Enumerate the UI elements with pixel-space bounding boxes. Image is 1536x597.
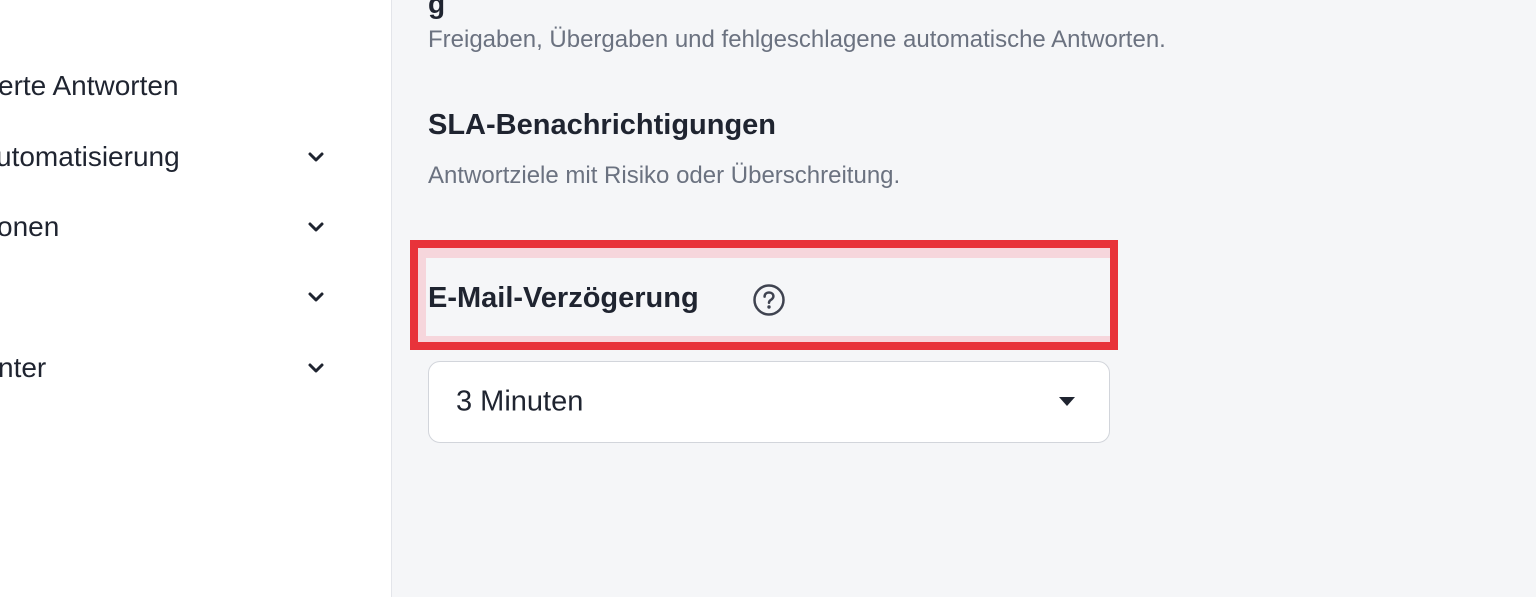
section-description: Freigaben, Übergaben und fehlgeschlagene… xyxy=(428,26,1166,53)
sidebar-item-integrations[interactable]: onen xyxy=(0,207,391,247)
app-root: erte Antworten utomatisierung onen nter xyxy=(0,0,1536,597)
sidebar-item-saved-replies[interactable]: erte Antworten xyxy=(0,66,391,106)
section-description: Antwortziele mit Risiko oder Überschreit… xyxy=(428,162,901,189)
sidebar-item-automation[interactable]: utomatisierung xyxy=(0,137,391,177)
sidebar: erte Antworten utomatisierung onen nter xyxy=(0,0,392,597)
chevron-down-icon xyxy=(306,217,326,237)
sidebar-item-collapsed[interactable] xyxy=(0,277,391,317)
sidebar-item-label: erte Antworten xyxy=(0,70,179,101)
sidebar-item-help-center[interactable]: nter xyxy=(0,348,391,388)
caret-down-icon xyxy=(1059,397,1075,407)
email-delay-select[interactable]: 3 Minuten xyxy=(428,361,1110,443)
select-value: 3 Minuten xyxy=(456,385,584,418)
sidebar-item-label: onen xyxy=(0,211,60,242)
section-title: SLA-Benachrichtigungen xyxy=(428,109,777,141)
chevron-down-icon xyxy=(306,358,326,378)
chevron-down-icon xyxy=(306,147,326,167)
sidebar-item-label: nter xyxy=(0,352,47,383)
settings-panel: g Freigaben, Übergaben und fehlgeschlage… xyxy=(392,0,1536,597)
chevron-down-icon xyxy=(306,287,326,307)
sidebar-item-label: utomatisierung xyxy=(0,141,180,172)
section-title-partial: g xyxy=(428,0,446,19)
email-delay-label: E-Mail-Verzögerung xyxy=(428,282,699,314)
question-circle-icon[interactable] xyxy=(752,283,786,317)
